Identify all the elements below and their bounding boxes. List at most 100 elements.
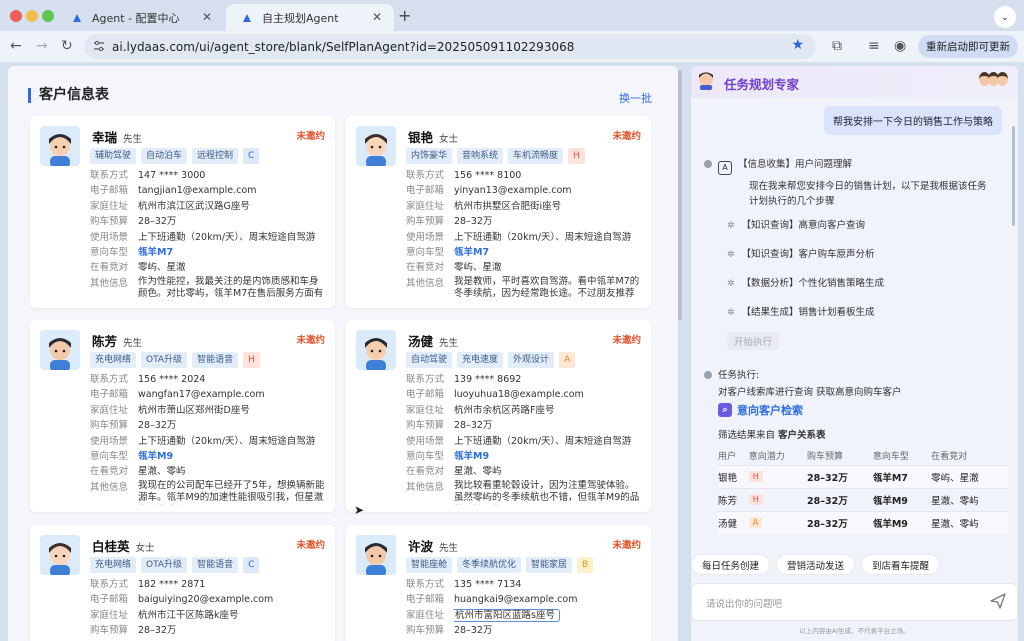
new-tab-icon[interactable]: + bbox=[398, 6, 411, 25]
tab-strip: Agent - 配置中心 ✕ 自主规划Agent ✕ + ⌄ bbox=[0, 0, 1024, 31]
minimize-window-button[interactable] bbox=[26, 10, 38, 22]
invite-status-badge: 未邀约 bbox=[296, 131, 325, 142]
field-label: 家庭住址 bbox=[406, 200, 445, 212]
close-window-button[interactable] bbox=[10, 10, 22, 22]
field-row-phone: 联系方式 139 **** 8692 bbox=[406, 372, 642, 387]
tag-list: 自动驾驶 充电速度 外观设计 A bbox=[406, 352, 576, 368]
field-row-email: 电子邮箱 yinyan13@example.com bbox=[406, 183, 642, 198]
field-value: 182 **** 2871 bbox=[138, 579, 206, 590]
url-field[interactable]: ai.lydaas.com/ui/agent_store/blank/SelfP… bbox=[84, 34, 816, 59]
close-tab-icon[interactable]: ✕ bbox=[202, 10, 212, 24]
media-control-icon[interactable]: ≡ bbox=[868, 38, 880, 54]
forward-arrow-icon[interactable]: → bbox=[36, 38, 48, 54]
send-icon[interactable] bbox=[989, 592, 1007, 610]
interest-tag: 音响系统 bbox=[457, 148, 504, 164]
field-label: 在看竞对 bbox=[406, 466, 445, 478]
field-value: 28–32万 bbox=[454, 625, 493, 637]
marketing-send-button[interactable]: 营销活动发送 bbox=[776, 554, 856, 575]
interest-tag: 充电网络 bbox=[90, 352, 137, 368]
update-button[interactable]: 重新启动即可更新 bbox=[918, 35, 1018, 58]
gear-icon: ✲ bbox=[727, 279, 735, 289]
tab-search-chevron-icon[interactable]: ⌄ bbox=[994, 6, 1016, 28]
field-label: 使用场景 bbox=[406, 435, 445, 447]
field-row-address: 家庭住址 杭州市富阳区蓝路s座号 bbox=[406, 608, 642, 623]
customer-card[interactable]: 银艳 女士 未邀约 内饰豪华 音响系统 车机流畅度 H 联系方式 156 **** 8100 电子… bbox=[346, 116, 651, 308]
close-tab-icon[interactable]: ✕ bbox=[372, 10, 382, 24]
field-value: wangfan17@example.com bbox=[138, 389, 265, 401]
field-value: 零屿、星澈 bbox=[138, 262, 186, 274]
table-row[interactable]: 银艳 H 28–32万 瓴羊M7 零屿、星澈 bbox=[718, 464, 1008, 488]
field-value: 28–32万 bbox=[138, 625, 177, 637]
table-row[interactable]: 陈芳 H 28–32万 瓴羊M9 星澈、零屿 bbox=[718, 487, 1008, 511]
field-label: 家庭住址 bbox=[90, 404, 129, 416]
left-scrollbar[interactable] bbox=[678, 70, 683, 640]
customer-card[interactable]: 陈芳 先生 未邀约 充电网络 OTA升级 智能语音 H 联系方式 156 **** 2024 电子… bbox=[30, 320, 335, 512]
site-settings-icon[interactable] bbox=[93, 40, 105, 52]
intent-search-link[interactable]: ⌕ 意向客户检索 bbox=[718, 402, 803, 418]
customer-name-text: 幸瑞 bbox=[92, 130, 118, 145]
customer-card[interactable]: 汤健 先生 未邀约 自动驾驶 充电速度 外观设计 A 联系方式 139 **** 8692 电子邮… bbox=[346, 320, 651, 512]
address-edit-field[interactable]: 杭州市富阳区蓝路s座号 bbox=[454, 608, 560, 622]
status-dot-icon bbox=[704, 371, 712, 379]
customer-card[interactable]: 白桂英 女士 未邀约 充电网络 OTA升级 智能语音 C 联系方式 182 **** 2871 电… bbox=[30, 525, 335, 641]
field-label: 联系方式 bbox=[406, 170, 445, 181]
filter-prefix: 筛选结果来自 bbox=[718, 430, 776, 441]
maximize-window-button[interactable] bbox=[42, 10, 54, 22]
interest-tag: 智能座舱 bbox=[406, 557, 453, 573]
browser-tab-selfplan[interactable]: 自主规划Agent ✕ bbox=[226, 4, 394, 31]
field-label: 电子邮箱 bbox=[90, 389, 129, 401]
mouse-cursor-icon: ➤ bbox=[354, 503, 365, 517]
customer-fields: 联系方式 139 **** 8692 电子邮箱 luoyuhua18@example.… bbox=[406, 372, 642, 505]
quick-actions: 每日任务创建 营销活动发送 到店看车提醒 bbox=[691, 554, 941, 575]
customer-name-text: 白桂英 bbox=[92, 539, 130, 554]
field-row-phone: 联系方式 182 **** 2871 bbox=[90, 577, 326, 592]
field-label: 家庭住址 bbox=[90, 609, 129, 621]
profile-icon[interactable]: ◉ bbox=[894, 38, 906, 54]
field-value: 上下班通勤（20km/天）、周末短途自驾游 bbox=[454, 231, 632, 243]
gear-icon: ✲ bbox=[727, 308, 735, 318]
start-execution-button[interactable]: 开始执行 bbox=[727, 332, 779, 350]
cell-level: A bbox=[748, 510, 807, 534]
field-label: 意向车型 bbox=[90, 247, 129, 259]
exec-title: 任务执行: bbox=[718, 370, 760, 381]
interest-tag: 车机流畅度 bbox=[508, 148, 564, 164]
extensions-icon[interactable]: ⧉ bbox=[832, 38, 842, 54]
field-label: 其他信息 bbox=[90, 481, 129, 493]
tag-list: 辅助驾驶 自动泊车 远程控制 C bbox=[90, 148, 260, 164]
chat-scrollbar[interactable] bbox=[1012, 126, 1015, 226]
customer-fields: 联系方式 156 **** 2024 电子邮箱 wangfan17@example.c… bbox=[90, 372, 326, 505]
cell-budget: 28–32万 bbox=[807, 487, 873, 511]
refresh-batch-link[interactable]: 换一批 bbox=[619, 90, 652, 106]
field-value: 我是教师，平时喜欢自驾游。看中瓴羊M7的冬季续航，因为经常跑长途。不过朋友推荐星… bbox=[454, 275, 640, 300]
store-visit-reminder-button[interactable]: 到店看车提醒 bbox=[861, 554, 941, 575]
field-label: 使用场景 bbox=[90, 231, 129, 243]
column-header: 用户 bbox=[718, 451, 737, 462]
field-value: 瓴羊M7 bbox=[454, 247, 490, 259]
field-row-notes: 其他信息 我是教师，平时喜欢自驾游。看中瓴羊M7的冬季续航，因为经常跑长途。不过朋… bbox=[406, 276, 642, 301]
customer-name: 白桂英 女士 bbox=[92, 536, 155, 555]
customer-card[interactable]: 许波 先生 未邀约 智能座舱 冬季续航优化 智能家居 B 联系方式 135 **** 7134 电… bbox=[346, 525, 651, 641]
gear-icon: ✲ bbox=[727, 250, 735, 260]
cell-model: 瓴羊M9 bbox=[872, 487, 932, 511]
tag-list: 充电网络 OTA升级 智能语音 C bbox=[90, 557, 260, 573]
table-row[interactable]: 汤健 A 28–32万 瓴羊M9 星澈、零屿 bbox=[718, 510, 1008, 534]
bookmark-star-icon[interactable]: ★ bbox=[791, 37, 804, 53]
daily-task-button[interactable]: 每日任务创建 bbox=[691, 554, 771, 575]
chat-input[interactable]: 请说出你的问题吧 bbox=[691, 583, 1018, 621]
field-row-model: 意向车型 瓴羊M7 bbox=[406, 245, 642, 260]
field-value: 147 **** 3000 bbox=[138, 170, 206, 181]
url-text: ai.lydaas.com/ui/agent_store/blank/SelfP… bbox=[112, 39, 575, 54]
reload-icon[interactable]: ↻ bbox=[61, 38, 73, 54]
scrollbar-thumb[interactable] bbox=[678, 70, 682, 320]
browser-tab-config[interactable]: Agent - 配置中心 ✕ bbox=[56, 4, 224, 31]
field-value: huangkai9@example.com bbox=[454, 594, 578, 606]
field-row-address: 家庭住址 杭州市江干区陈路k座号 bbox=[90, 608, 326, 623]
field-value: 上下班通勤（20km/天）、周末短途自驾游 bbox=[138, 231, 316, 243]
back-arrow-icon[interactable]: ← bbox=[10, 38, 22, 54]
field-label: 电子邮箱 bbox=[406, 389, 445, 401]
interest-tag: 充电网络 bbox=[90, 557, 137, 573]
exec-description: 对客户线索库进行查询 获取高意向购车客户 bbox=[718, 387, 902, 398]
customer-card[interactable]: 幸瑞 先生 未邀约 辅助驾驶 自动泊车 远程控制 C 联系方式 147 **** 3000 电子邮… bbox=[30, 116, 335, 308]
field-row-address: 家庭住址 杭州市余杭区芮路F座号 bbox=[406, 403, 642, 418]
step-label: 【知识查询】高意向客户查询 bbox=[741, 220, 866, 231]
